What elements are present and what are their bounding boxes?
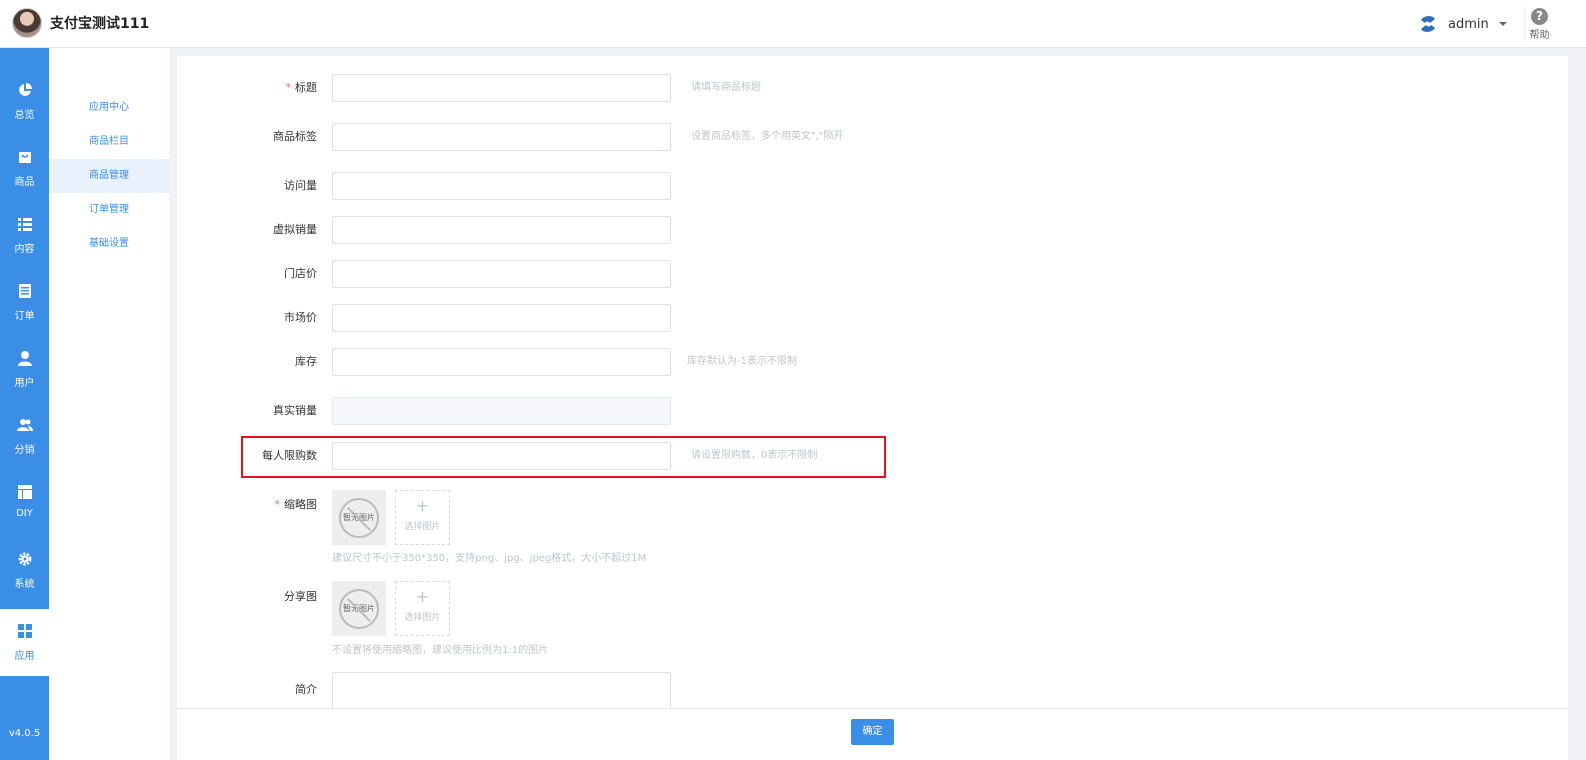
store-price-input[interactable] bbox=[332, 260, 671, 288]
user-name[interactable]: admin bbox=[1448, 17, 1489, 32]
form-row-purchase-limit: 每人限购数 请设置限购数，0表示不限制 bbox=[177, 442, 1568, 470]
plus-icon: + bbox=[415, 587, 430, 606]
pie-chart-icon bbox=[18, 83, 32, 96]
nav-item-label: 应用 bbox=[14, 651, 35, 662]
help-button[interactable]: ? 帮助 bbox=[1524, 6, 1554, 41]
nav-item-label: 总览 bbox=[14, 110, 35, 121]
nav-item-diy[interactable]: DIY bbox=[0, 470, 49, 536]
shop-icon bbox=[18, 152, 31, 163]
tags-label: 商品标签 bbox=[273, 130, 317, 143]
avatar[interactable] bbox=[12, 8, 42, 38]
version-label: v4.0.5 bbox=[8, 728, 41, 739]
form-row-store-price: 门店价 bbox=[177, 260, 1568, 288]
users-icon bbox=[16, 419, 33, 431]
help-icon: ? bbox=[1531, 8, 1548, 25]
select-image-label: 选择图片 bbox=[404, 522, 441, 532]
views-input[interactable] bbox=[332, 172, 671, 200]
purchase-limit-hint: 请设置限购数，0表示不限制 bbox=[691, 450, 818, 461]
share-image-hint: 不设置将使用缩略图，建议使用比例为1:1的图片 bbox=[332, 645, 549, 656]
form-row-virtual-sales: 虚拟销量 bbox=[177, 216, 1568, 244]
confirm-button[interactable]: 确定 bbox=[851, 719, 894, 745]
real-sales-label: 真实销量 bbox=[273, 404, 317, 417]
share-image-label: 分享图 bbox=[284, 590, 317, 603]
market-price-input[interactable] bbox=[332, 304, 671, 332]
top-bar: 支付宝测试111 admin ? 帮助 bbox=[0, 0, 1586, 48]
gear-icon bbox=[18, 552, 31, 566]
form-row-views: 访问量 bbox=[177, 172, 1568, 200]
nav-item-label: 系统 bbox=[14, 579, 35, 590]
intro-textarea[interactable] bbox=[332, 672, 671, 708]
title-hint: 请填写商品标题 bbox=[691, 82, 761, 93]
select-image-label: 选择图片 bbox=[404, 613, 441, 623]
intro-label: 简介 bbox=[295, 683, 317, 696]
virtual-sales-input[interactable] bbox=[332, 216, 671, 244]
thumbnail-label: * 缩略图 bbox=[274, 498, 318, 511]
secondary-sidebar: 应用中心 商品栏目 商品管理 订单管理 基础设置 bbox=[49, 48, 169, 760]
plus-icon: + bbox=[415, 496, 430, 515]
layout-icon bbox=[17, 485, 32, 499]
nav-item-label: 订单 bbox=[14, 311, 35, 322]
nav-item-label: 分销 bbox=[14, 445, 35, 456]
submenu-item-goods-management[interactable]: 商品管理 bbox=[49, 159, 169, 193]
form-row-tags: 商品标签 设置商品标签，多个用英文","隔开 bbox=[177, 123, 1568, 151]
stock-hint: 库存默认为-1表示不限制 bbox=[687, 356, 797, 367]
title-input[interactable] bbox=[332, 74, 671, 102]
store-price-label: 门店价 bbox=[284, 267, 317, 280]
share-image-select-button[interactable]: + 选择图片 bbox=[395, 581, 450, 636]
chevron-down-icon[interactable] bbox=[1498, 22, 1507, 26]
submenu-item-basic-settings[interactable]: 基础设置 bbox=[49, 227, 169, 261]
nav-item-goods[interactable]: 商品 bbox=[0, 135, 49, 201]
list-icon bbox=[17, 218, 32, 231]
submenu-item-app-center[interactable]: 应用中心 bbox=[49, 91, 169, 125]
user-icon bbox=[17, 351, 32, 366]
nav-item-orders[interactable]: 订单 bbox=[0, 269, 49, 335]
nav-item-label: 商品 bbox=[14, 177, 35, 188]
purchase-limit-input[interactable] bbox=[332, 442, 671, 470]
required-mark: * bbox=[274, 498, 281, 511]
thumbnail-select-button[interactable]: + 选择图片 bbox=[395, 490, 450, 545]
brand[interactable]: 支付宝测试111 bbox=[12, 8, 149, 38]
purchase-limit-label: 每人限购数 bbox=[262, 449, 317, 462]
stock-input[interactable] bbox=[332, 348, 671, 376]
user-menu[interactable]: admin bbox=[1418, 14, 1507, 34]
form-footer: 确定 bbox=[177, 708, 1568, 760]
nav-item-users[interactable]: 用户 bbox=[0, 336, 49, 402]
views-label: 访问量 bbox=[284, 179, 317, 192]
market-price-label: 市场价 bbox=[284, 311, 317, 324]
submenu-item-goods-category[interactable]: 商品栏目 bbox=[49, 125, 169, 159]
form-row-stock: 库存 库存默认为-1表示不限制 bbox=[177, 348, 1568, 376]
form-row-market-price: 市场价 bbox=[177, 304, 1568, 332]
nav-item-apps[interactable]: 应用 bbox=[0, 609, 49, 676]
brand-name: 支付宝测试111 bbox=[50, 16, 150, 32]
form-row-real-sales: 真实销量 bbox=[177, 397, 1568, 425]
tags-input[interactable] bbox=[332, 123, 671, 151]
nav-item-label: 用户 bbox=[14, 378, 35, 389]
virtual-sales-label: 虚拟销量 bbox=[273, 223, 317, 236]
stock-label: 库存 bbox=[295, 355, 317, 368]
goods-form: * 标题 请填写商品标题 商品标签 设置商品标签，多个用英文","隔开 访问量 虚… bbox=[177, 56, 1568, 708]
nav-item-overview[interactable]: 总览 bbox=[0, 68, 49, 134]
grid-icon bbox=[17, 624, 32, 638]
nav-item-label: 内容 bbox=[14, 244, 35, 255]
title-label: * 标题 bbox=[285, 81, 318, 94]
document-icon bbox=[18, 284, 31, 298]
no-image-icon: 暂无图片 bbox=[339, 497, 379, 538]
nav-item-content[interactable]: 内容 bbox=[0, 202, 49, 268]
help-label: 帮助 bbox=[1529, 30, 1550, 41]
tags-hint: 设置商品标签，多个用英文","隔开 bbox=[691, 131, 844, 142]
nav-item-distribution[interactable]: 分销 bbox=[0, 403, 49, 469]
brand-logo-icon bbox=[1421, 16, 1435, 32]
nav-item-system[interactable]: 系统 bbox=[0, 537, 49, 603]
thumbnail-preview: 暂无图片 bbox=[332, 490, 386, 545]
share-image-preview: 暂无图片 bbox=[332, 581, 386, 636]
nav-item-label: DIY bbox=[16, 508, 33, 519]
thumbnail-hint: 建议尺寸不小于350*350，支持png、jpg、jpeg格式，大小不超过1M bbox=[332, 553, 647, 564]
primary-sidebar: 总览 商品 内容 订单 用户 分销 DIY 系统 应用 v4.0.5 bbox=[0, 48, 49, 760]
form-row-title: * 标题 请填写商品标题 bbox=[177, 74, 1568, 102]
real-sales-input bbox=[332, 397, 671, 425]
required-mark: * bbox=[285, 81, 292, 94]
no-image-icon: 暂无图片 bbox=[339, 588, 379, 629]
submenu-item-order-management[interactable]: 订单管理 bbox=[49, 193, 169, 227]
